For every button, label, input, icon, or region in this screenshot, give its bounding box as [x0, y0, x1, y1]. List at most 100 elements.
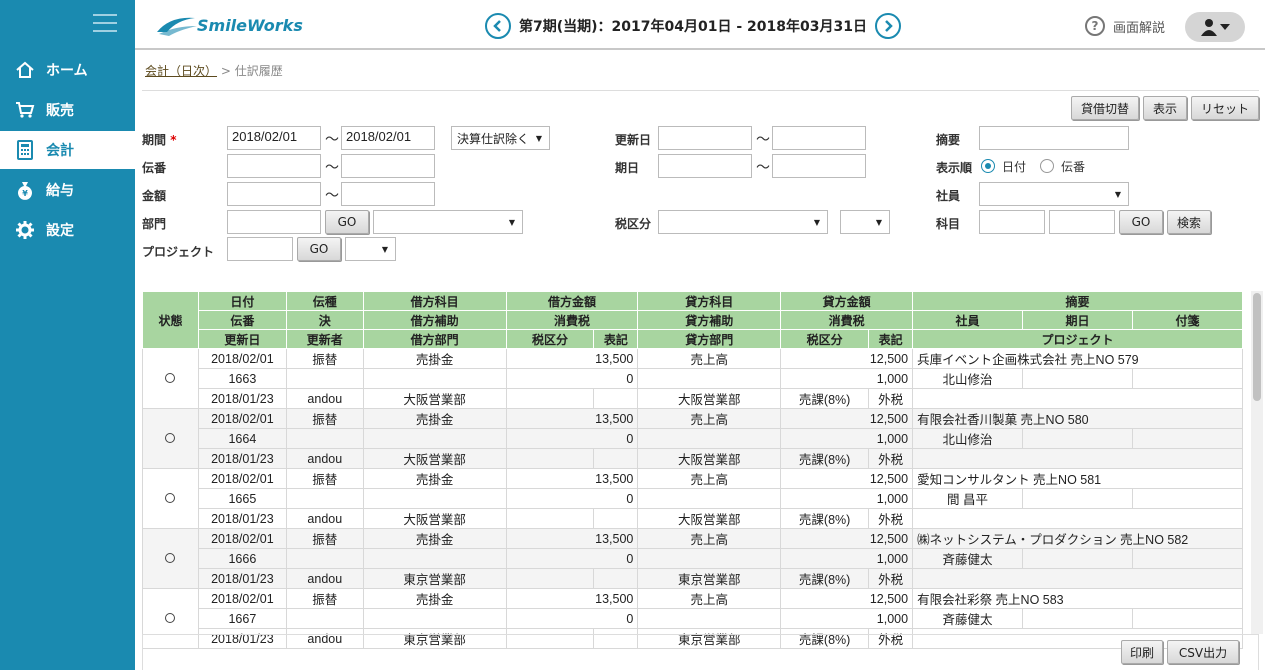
col-updated[interactable]: 更新日 [197, 329, 287, 349]
voucher-to-input[interactable] [341, 154, 435, 178]
sidebar-item-home[interactable]: ホーム [0, 51, 135, 89]
state-cell[interactable] [142, 348, 199, 409]
period-to-input[interactable]: 2018/02/01 [341, 126, 435, 150]
settlement-cell [285, 488, 364, 509]
table-row[interactable]: 2018/01/23 andou 大阪営業部 大阪営業部 売課(8%) 外税 [143, 508, 1243, 529]
reset-button[interactable]: リセット [1191, 96, 1259, 120]
print-button[interactable]: 印刷 [1121, 640, 1163, 664]
col-summary[interactable]: 摘要 [912, 291, 1243, 311]
help-button[interactable]: ? 画面解説 [1085, 16, 1165, 36]
state-cell[interactable] [142, 528, 199, 589]
col-credit-amount[interactable]: 貸方金額 [780, 291, 914, 311]
table-row[interactable]: 1664 0 1,000 北山修治 [143, 428, 1244, 449]
col-voucher-no[interactable]: 伝番 [197, 310, 287, 330]
table-row[interactable]: 2018/02/01 振替 売掛金 13,500 売上高 12,500 ㈱ネットシステム… [142, 528, 1243, 589]
table-row[interactable]: 2018/02/01 振替 売掛金 13,500 売上高 12,500 愛知コンサルタン… [142, 468, 1243, 529]
gear-icon [14, 219, 36, 241]
col-debit-dept[interactable]: 借方部門 [362, 329, 507, 349]
due-to-input[interactable] [772, 154, 866, 178]
csv-export-button[interactable]: CSV出力 [1167, 640, 1239, 664]
col-settlement[interactable]: 決 [285, 310, 364, 330]
show-button[interactable]: 表示 [1143, 96, 1187, 120]
amount-from-input[interactable] [227, 182, 321, 206]
col-credit-notation[interactable]: 表記 [868, 329, 914, 349]
col-debit-account[interactable]: 借方科目 [362, 291, 507, 311]
next-period-button[interactable] [874, 13, 901, 39]
updated-cell: 2018/01/23 [197, 448, 287, 469]
col-project[interactable]: プロジェクト [912, 329, 1243, 349]
voucher-from-input[interactable] [227, 154, 321, 178]
closing-entry-select[interactable]: 決算仕訳除く ▼ [451, 126, 550, 150]
table-scrollbar[interactable] [1251, 291, 1263, 634]
debit-credit-switch-button[interactable]: 貸借切替 [1071, 96, 1139, 120]
summary-input[interactable] [979, 126, 1129, 150]
summary-cell: 愛知コンサルタント 売上NO 581 [912, 468, 1243, 489]
col-updater[interactable]: 更新者 [285, 329, 364, 349]
scrollbar-thumb[interactable] [1253, 293, 1261, 401]
credit-notation-cell: 外税 [868, 568, 914, 589]
tax-category-select[interactable]: ▼ [658, 210, 828, 234]
due-from-input[interactable] [658, 154, 752, 178]
period-from-input[interactable]: 2018/02/01 [227, 126, 321, 150]
updated-to-input[interactable] [772, 126, 866, 150]
project-go-button[interactable]: GO [297, 237, 341, 261]
sidebar-item-accounting[interactable]: 会計 [0, 131, 135, 169]
table-row[interactable]: 2018/01/23 andou 大阪営業部 大阪営業部 売課(8%) 外税 [143, 448, 1243, 469]
dept-code-input[interactable] [227, 210, 321, 234]
col-credit-dept[interactable]: 貸方部門 [637, 329, 782, 349]
col-debit-tax-kind[interactable]: 税区分 [505, 329, 595, 349]
col-credit-account[interactable]: 貸方科目 [637, 291, 782, 311]
sidebar-item-sales[interactable]: 販売 [0, 91, 135, 129]
employee-select[interactable]: ▼ [979, 182, 1129, 206]
project-code-input[interactable] [227, 237, 293, 261]
table-row[interactable]: 2018/02/01 振替 売掛金 13,500 売上高 12,500 有限会社彩祭 売… [142, 588, 1243, 649]
search-button[interactable]: 検索 [1167, 210, 1211, 234]
dept-go-button[interactable]: GO [325, 210, 369, 234]
state-cell[interactable] [142, 408, 199, 469]
dept-select[interactable]: ▼ [373, 210, 523, 234]
col-credit-sub[interactable]: 貸方補助 [637, 310, 782, 330]
col-state[interactable]: 状態 [142, 291, 199, 349]
col-credit-tax[interactable]: 消費税 [780, 310, 914, 330]
table-row[interactable]: 2018/01/23 andou 東京営業部 東京営業部 売課(8%) 外税 [143, 568, 1243, 589]
order-date-radio[interactable] [981, 159, 995, 173]
order-voucher-radio[interactable] [1040, 159, 1054, 173]
amount-to-input[interactable] [341, 182, 435, 206]
table-row[interactable]: 2018/01/23 andou 大阪営業部 大阪営業部 売課(8%) 外税 [143, 388, 1243, 409]
col-debit-amount[interactable]: 借方金額 [505, 291, 639, 311]
sidebar-item-payroll[interactable]: ¥ 給与 [0, 171, 135, 209]
logo[interactable]: SmileWorks [155, 12, 305, 40]
col-sticky-note[interactable]: 付箋 [1131, 310, 1244, 330]
col-credit-tax-kind[interactable]: 税区分 [780, 329, 870, 349]
account-go-button[interactable]: GO [1119, 210, 1163, 234]
col-debit-sub[interactable]: 借方補助 [362, 310, 507, 330]
table-row[interactable]: 1665 0 1,000 間 昌平 [143, 488, 1244, 509]
sticky-note-cell [1131, 548, 1244, 569]
account-code-input[interactable] [979, 210, 1045, 234]
table-row[interactable]: 1663 0 1,000 北山修治 [143, 368, 1244, 389]
calculator-icon [14, 139, 36, 161]
col-date[interactable]: 日付 [197, 291, 287, 311]
fiscal-period: 第7期(当期)：2017年04月01日 - 2018年03月31日 [519, 19, 867, 35]
col-voucher-type[interactable]: 伝種 [285, 291, 364, 311]
tax-notation-select[interactable]: ▼ [840, 210, 890, 234]
updated-from-input[interactable] [658, 126, 752, 150]
sub-account-code-input[interactable] [1049, 210, 1115, 234]
hamburger-menu-icon[interactable] [93, 14, 117, 34]
col-debit-notation[interactable]: 表記 [593, 329, 639, 349]
prev-period-button[interactable] [485, 13, 511, 39]
table-row[interactable]: 1666 0 1,000 斉藤健太 [143, 548, 1244, 569]
sidebar-item-settings[interactable]: 設定 [0, 211, 135, 249]
col-due-date[interactable]: 期日 [1022, 310, 1133, 330]
user-menu-button[interactable] [1185, 12, 1245, 42]
col-debit-tax[interactable]: 消費税 [505, 310, 639, 330]
sticky-note-cell [1131, 488, 1244, 509]
breadcrumb-parent-link[interactable]: 会計（日次） [145, 64, 217, 78]
due-date-cell [1022, 548, 1133, 569]
table-row[interactable]: 1667 0 1,000 斉藤健太 [143, 608, 1244, 629]
project-select[interactable]: ▼ [345, 237, 396, 261]
state-cell[interactable] [142, 468, 199, 529]
col-employee[interactable]: 社員 [912, 310, 1024, 330]
table-row[interactable]: 2018/02/01 振替 売掛金 13,500 売上高 12,500 有限会社香川製菓… [142, 408, 1243, 469]
table-row[interactable]: 2018/02/01 振替 売掛金 13,500 売上高 12,500 兵庫イベント企画… [142, 348, 1243, 409]
